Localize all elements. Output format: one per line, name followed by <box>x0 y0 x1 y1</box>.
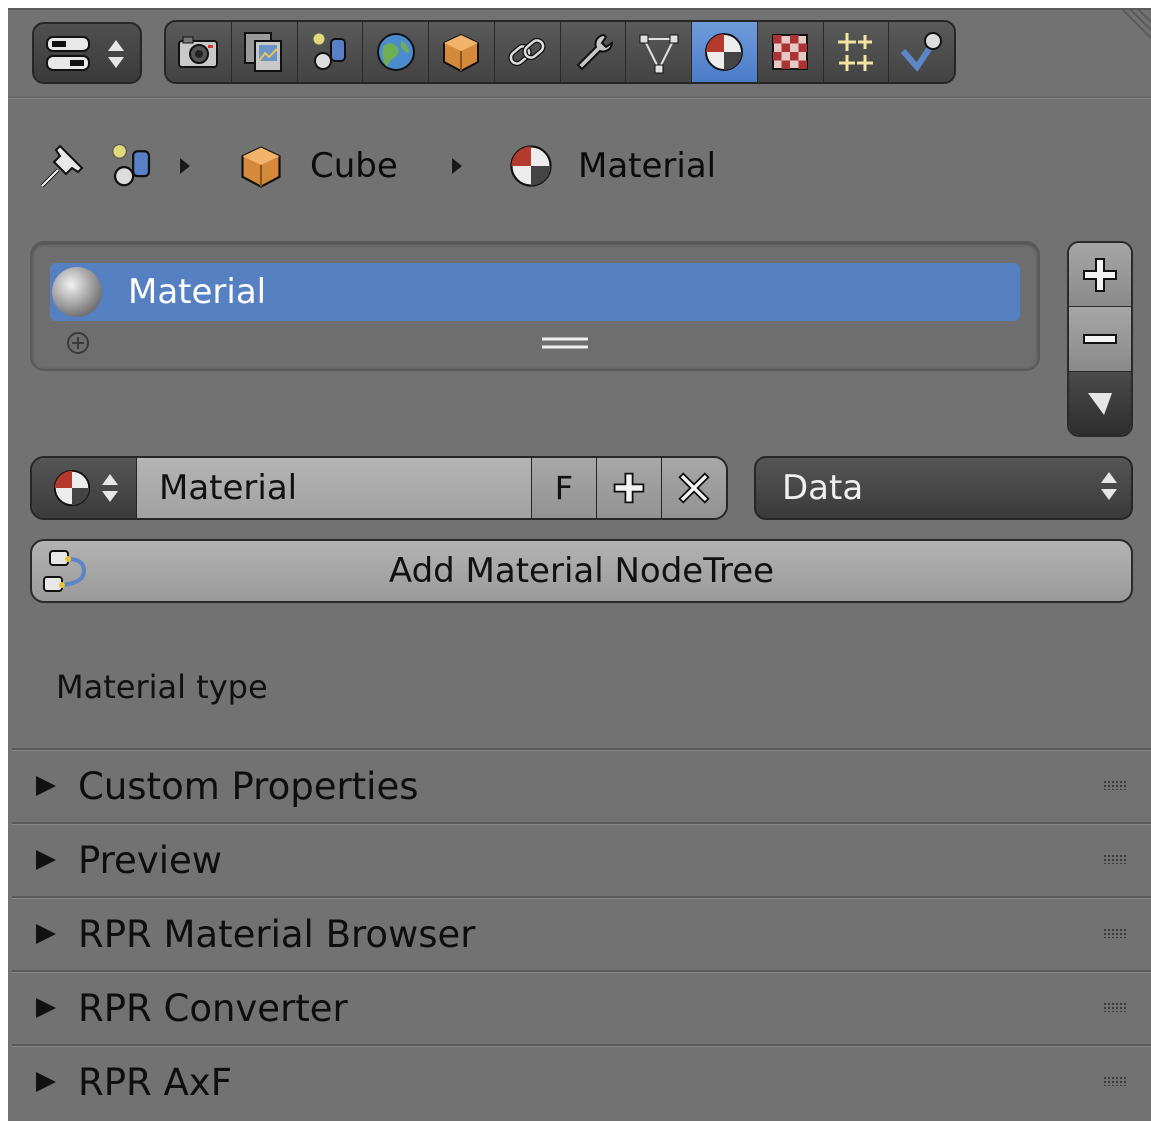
panel-title: Custom Properties <box>78 764 419 808</box>
constraints-link-icon <box>508 37 546 67</box>
panel-title: RPR AxF <box>78 1060 232 1104</box>
material-sphere-icon <box>52 267 102 317</box>
panel-drag-grip-icon[interactable] <box>1103 928 1127 938</box>
properties-panel: Cube Material Material Material F Data A… <box>8 8 1151 1121</box>
breadcrumb-separator-icon <box>452 138 462 194</box>
material-slot-list[interactable]: Material <box>30 241 1040 371</box>
slot-side-buttons <box>1067 241 1133 437</box>
physics-icon <box>900 32 942 72</box>
new-material-button[interactable] <box>597 458 662 518</box>
slot-label: Material <box>128 272 267 312</box>
list-item[interactable]: Material <box>50 263 1020 321</box>
panel-rpr-axf[interactable]: RPR AxF <box>12 1044 1151 1118</box>
object-data-mesh-icon <box>639 34 679 74</box>
tab-texture[interactable] <box>757 22 824 82</box>
expand-arrow-icon <box>36 1072 56 1092</box>
material-icon <box>705 33 744 71</box>
add-material-nodetree-label: Add Material NodeTree <box>388 551 775 591</box>
add-material-nodetree-button[interactable]: Add Material NodeTree <box>30 539 1133 603</box>
panel-rpr-converter[interactable]: RPR Converter <box>12 970 1151 1044</box>
breadcrumb-separator-icon <box>180 138 190 194</box>
tab-material[interactable] <box>692 22 758 82</box>
panel-drag-grip-icon[interactable] <box>1103 854 1127 864</box>
panel-title: Preview <box>78 838 223 882</box>
fake-user-button[interactable]: F <box>532 458 597 518</box>
object-cube-icon <box>241 146 281 188</box>
breadcrumb-material-label: Material <box>578 146 717 186</box>
texture-checker-icon <box>772 34 809 70</box>
panel-preview[interactable]: Preview <box>12 822 1151 896</box>
updown-icon <box>102 474 118 502</box>
breadcrumb-material: Material <box>506 138 716 194</box>
object-cube-icon <box>443 33 480 73</box>
pin-button[interactable] <box>36 138 88 194</box>
panel-drag-grip-icon[interactable] <box>1103 1076 1127 1086</box>
panel-custom-properties[interactable]: Custom Properties <box>12 748 1151 822</box>
render-camera-icon <box>178 36 219 68</box>
tab-particles[interactable] <box>823 22 890 82</box>
plus-icon <box>1083 257 1117 292</box>
scene-icon <box>112 143 151 187</box>
updown-icon <box>1101 472 1117 500</box>
breadcrumb-object: Cube <box>236 138 398 194</box>
unlink-material-button[interactable] <box>662 458 726 518</box>
pin-icon <box>40 144 84 188</box>
slot-specials-menu[interactable] <box>1069 371 1131 435</box>
expand-arrow-icon <box>36 776 56 796</box>
editor-type-button[interactable] <box>32 22 142 84</box>
render-layers-icon <box>244 32 283 72</box>
tab-modifiers[interactable] <box>560 22 627 82</box>
link-select[interactable]: Data <box>754 456 1133 520</box>
editor-type-updown-icon <box>108 40 124 68</box>
panel-drag-grip-icon[interactable] <box>1103 1002 1127 1012</box>
filter-options-icon[interactable] <box>64 329 92 357</box>
modifiers-wrench-icon <box>576 33 613 71</box>
header-separator <box>8 96 1151 99</box>
expand-arrow-icon <box>36 850 56 870</box>
context-tabs <box>164 20 956 84</box>
properties-editor-icon <box>46 36 90 71</box>
tab-render-layers[interactable] <box>231 22 298 82</box>
panel-title: RPR Material Browser <box>78 912 476 956</box>
panel-rpr-material-browser[interactable]: RPR Material Browser <box>12 896 1151 970</box>
plus-icon <box>613 472 645 504</box>
breadcrumb-scene <box>106 138 158 194</box>
panel-title: RPR Converter <box>78 986 348 1030</box>
expand-arrow-icon <box>36 998 56 1018</box>
tab-scene[interactable] <box>297 22 364 82</box>
breadcrumb-object-label: Cube <box>310 146 398 186</box>
material-icon <box>53 469 91 507</box>
tab-object-data[interactable] <box>626 22 692 82</box>
material-type-label: Material type <box>56 668 268 706</box>
scene-icon <box>312 32 346 70</box>
panel-list: Custom Properties Preview RPR Material B… <box>12 748 1151 1118</box>
tab-world[interactable] <box>363 22 429 82</box>
remove-slot-button[interactable] <box>1069 307 1131 372</box>
tab-render[interactable] <box>166 22 232 82</box>
tab-constraints[interactable] <box>494 22 561 82</box>
node-tree-icon <box>43 550 87 592</box>
material-name-field[interactable]: Material <box>137 458 532 518</box>
close-icon <box>678 472 710 504</box>
world-icon <box>376 33 415 71</box>
tab-physics[interactable] <box>889 22 954 82</box>
material-icon <box>510 145 552 187</box>
tab-object[interactable] <box>429 22 495 82</box>
particles-icon <box>837 33 873 71</box>
browse-material-button[interactable] <box>32 458 137 518</box>
list-resize-grip-icon[interactable] <box>540 333 590 353</box>
link-select-value: Data <box>782 468 864 508</box>
add-slot-button[interactable] <box>1069 243 1131 308</box>
panel-drag-grip-icon[interactable] <box>1103 780 1127 790</box>
material-id-block: Material F <box>30 456 728 520</box>
expand-arrow-icon <box>36 924 56 944</box>
minus-icon <box>1083 333 1117 344</box>
dropdown-arrow-icon <box>1088 393 1112 416</box>
area-corner-grip-icon[interactable] <box>1117 8 1151 42</box>
